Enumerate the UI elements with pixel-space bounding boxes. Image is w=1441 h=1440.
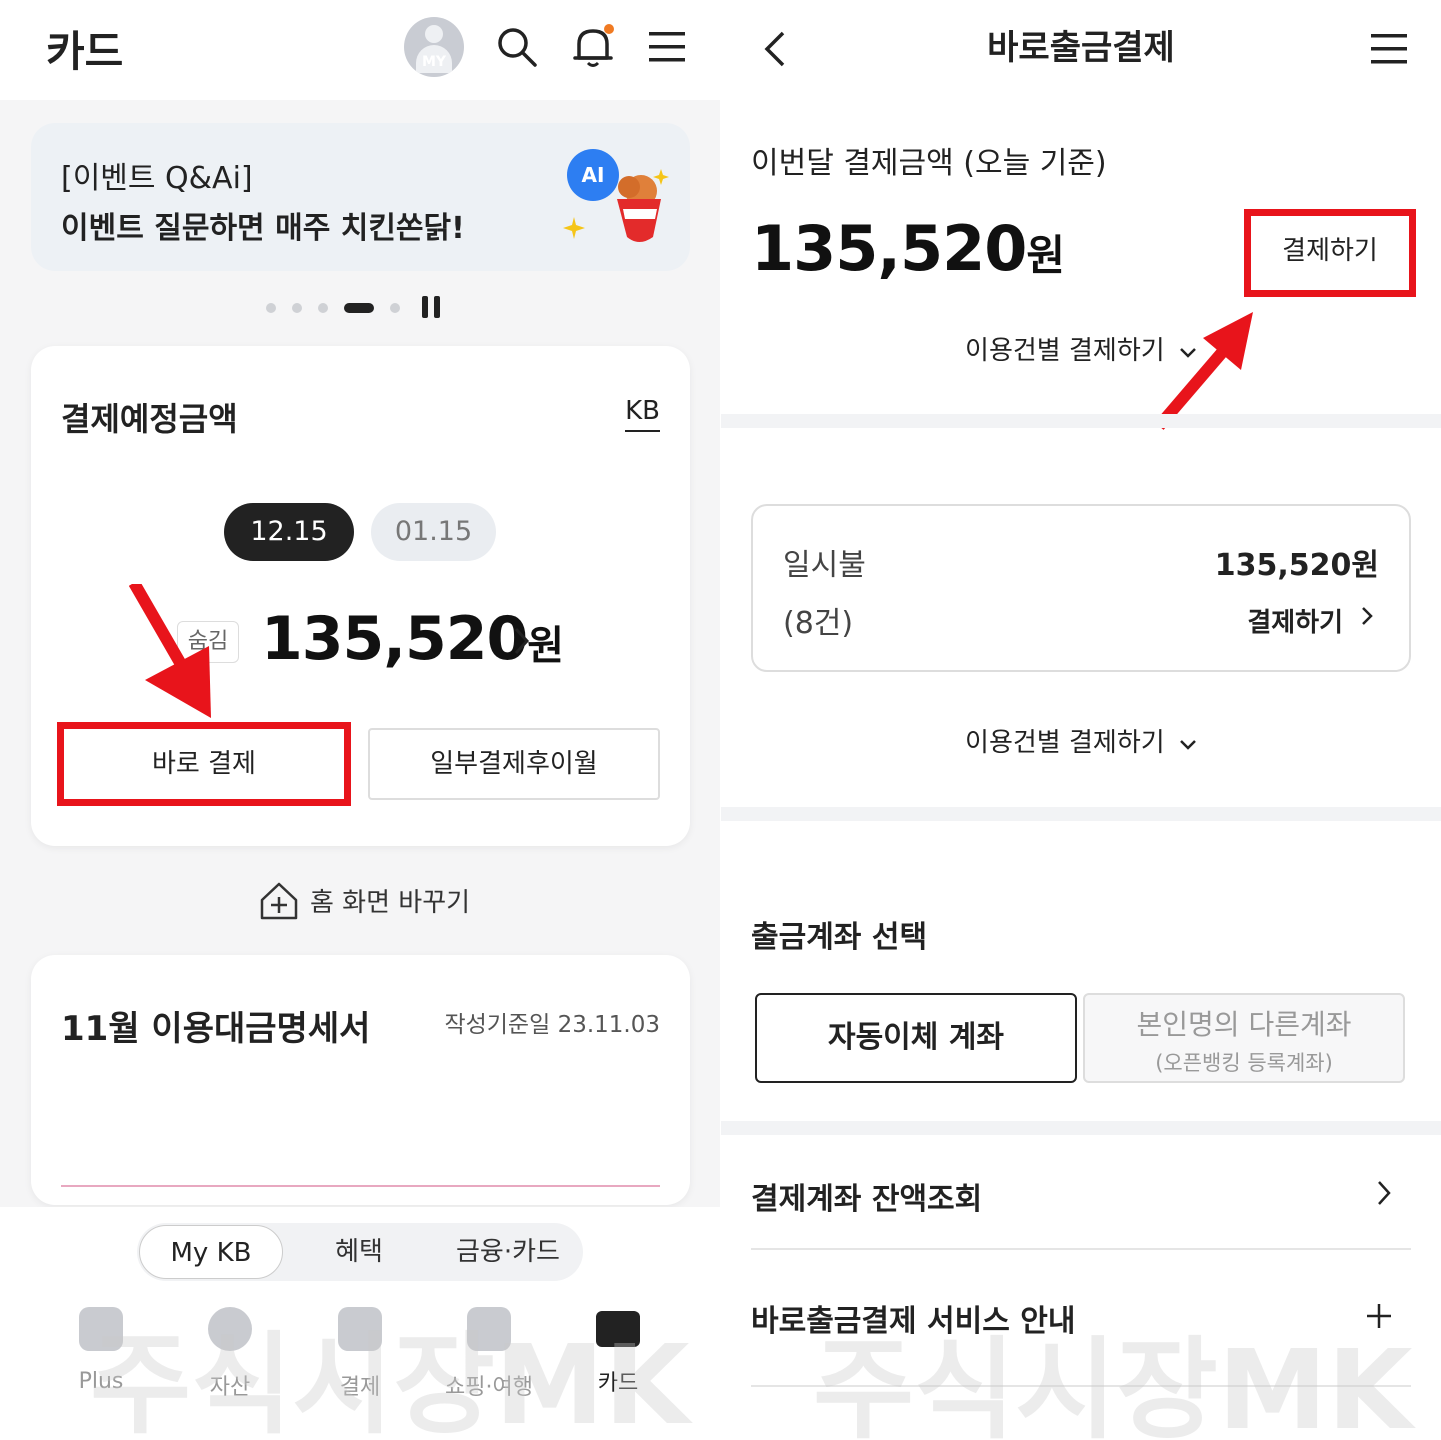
direct-pay-button[interactable]: 바로 결제 bbox=[57, 722, 351, 806]
pagination-dot[interactable] bbox=[390, 303, 400, 313]
statement-title: 11월 이용대금명세서 bbox=[61, 1009, 371, 1049]
currency-unit: 원 bbox=[527, 623, 564, 669]
pay-button[interactable]: 결제하기 bbox=[1244, 209, 1416, 297]
open-banking-label: (오픈뱅킹 등록계좌) bbox=[1155, 1051, 1333, 1075]
ai-badge: AI bbox=[567, 149, 619, 201]
balance-check-row[interactable]: 결제계좌 잔액조회 bbox=[751, 1174, 1411, 1218]
section-divider bbox=[721, 807, 1441, 821]
pagination-dot-active[interactable] bbox=[344, 303, 374, 313]
event-banner[interactable]: [이벤트 Q&Ai] 이벤트 질문하면 매주 치킨쏜닭! AI bbox=[31, 123, 690, 271]
lump-sum-label: 일시불 bbox=[783, 548, 866, 583]
lump-sum-count: (8건) bbox=[783, 606, 854, 641]
amount-value: 135,520 bbox=[751, 212, 1027, 285]
card-home-screen: 카드 MY [이벤트 Q&Ai] 이벤트 질문하면 매주 치킨쏜닭! AI 결제… bbox=[0, 0, 720, 1440]
chevron-down-icon bbox=[1180, 740, 1196, 750]
statement-card[interactable]: 11월 이용대금명세서 작성기준일 23.11.03 bbox=[31, 955, 690, 1205]
chevron-right-icon[interactable] bbox=[513, 626, 531, 656]
watermark: 주식시장MK bbox=[813, 1326, 1413, 1440]
auto-transfer-account-button[interactable]: 자동이체 계좌 bbox=[755, 993, 1077, 1083]
itemized-pay-label: 이용건별 결제하기 bbox=[965, 728, 1165, 758]
home-plus-icon bbox=[260, 882, 298, 920]
statement-date: 작성기준일 23.11.03 bbox=[444, 1012, 660, 1038]
tab-my-kb[interactable]: My KB bbox=[139, 1225, 283, 1279]
banner-title: [이벤트 Q&Ai] bbox=[61, 161, 253, 196]
date-tab-jan[interactable]: 01.15 bbox=[371, 503, 496, 561]
itemized-pay-toggle[interactable]: 이용건별 결제하기 bbox=[721, 330, 1441, 367]
other-account-label: 본인명의 다른계좌 bbox=[1136, 1008, 1352, 1041]
month-amount: 135,520원 bbox=[751, 212, 1065, 285]
lump-sum-pay-button[interactable]: 결제하기 bbox=[1247, 602, 1343, 639]
pagination-dot[interactable] bbox=[292, 303, 302, 313]
page-title: 바로출금결제 bbox=[987, 28, 1175, 68]
menu-icon[interactable] bbox=[649, 30, 685, 64]
tab-benefits[interactable]: 혜택 bbox=[287, 1223, 431, 1281]
currency-unit: 원 bbox=[1026, 231, 1065, 280]
avatar-head-shape bbox=[425, 25, 443, 43]
chevron-right-icon[interactable] bbox=[1361, 606, 1373, 626]
row-divider bbox=[751, 1248, 1411, 1250]
section-divider bbox=[721, 1121, 1441, 1135]
month-amount-label: 이번달 결제금액 (오늘 기준) bbox=[751, 146, 1107, 181]
balance-check-label: 결제계좌 잔액조회 bbox=[751, 1182, 983, 1217]
direct-withdrawal-payment-screen: 바로출금결제 이번달 결제금액 (오늘 기준) 135,520원 결제하기 이용… bbox=[721, 0, 1441, 1440]
page-title: 카드 bbox=[46, 27, 124, 76]
tab-finance-card[interactable]: 금융·카드 bbox=[433, 1223, 583, 1281]
amount-value: 135,520 bbox=[261, 604, 528, 674]
bottom-navigation: My KB 혜택 금융·카드 Plus 자산 결제 쇼핑·여행 카드 주식시장M… bbox=[0, 1207, 720, 1440]
pagination-dot[interactable] bbox=[318, 303, 328, 313]
lump-sum-box: 일시불 (8건) 135,520원 결제하기 bbox=[751, 504, 1411, 672]
search-icon[interactable] bbox=[495, 25, 539, 69]
avatar-label: MY bbox=[421, 54, 447, 70]
banner-subtitle: 이벤트 질문하면 매주 치킨쏜닭! bbox=[61, 211, 465, 246]
itemized-pay-label: 이용건별 결제하기 bbox=[965, 336, 1165, 366]
lump-sum-amount: 135,520원 bbox=[1214, 548, 1379, 583]
top-header: 카드 MY bbox=[0, 0, 720, 100]
card-brand-link[interactable]: KB bbox=[625, 396, 660, 432]
other-account-button[interactable]: 본인명의 다른계좌 (오픈뱅킹 등록계좌) bbox=[1083, 993, 1405, 1083]
payment-due-card: 결제예정금액 KB 12.15 01.15 숨김 135,520원 바로 결제 … bbox=[31, 346, 690, 846]
partial-pay-button[interactable]: 일부결제후이월 bbox=[368, 728, 660, 800]
menu-icon[interactable] bbox=[1371, 32, 1407, 66]
watermark: 주식시장MK bbox=[90, 1321, 690, 1440]
pagination-dot[interactable] bbox=[266, 303, 276, 313]
sparkle-icon bbox=[563, 217, 585, 239]
avatar[interactable]: MY bbox=[404, 17, 464, 77]
change-home-screen-label: 홈 화면 바꾸기 bbox=[310, 888, 471, 918]
section-divider bbox=[721, 414, 1441, 428]
segment-tabs: My KB 혜택 금융·카드 bbox=[137, 1223, 583, 1281]
notification-dot bbox=[604, 24, 614, 34]
chevron-right-icon bbox=[1378, 1181, 1391, 1205]
payment-due-title: 결제예정금액 bbox=[61, 400, 238, 438]
pause-icon[interactable] bbox=[420, 296, 444, 318]
date-tab-dec[interactable]: 12.15 bbox=[224, 503, 354, 561]
account-select-title: 출금계좌 선택 bbox=[751, 920, 928, 955]
statement-divider bbox=[61, 1185, 660, 1187]
itemized-pay-toggle[interactable]: 이용건별 결제하기 bbox=[721, 722, 1441, 759]
change-home-screen-link[interactable]: 홈 화면 바꾸기 bbox=[258, 880, 470, 920]
red-arrow-annotation bbox=[129, 584, 211, 718]
